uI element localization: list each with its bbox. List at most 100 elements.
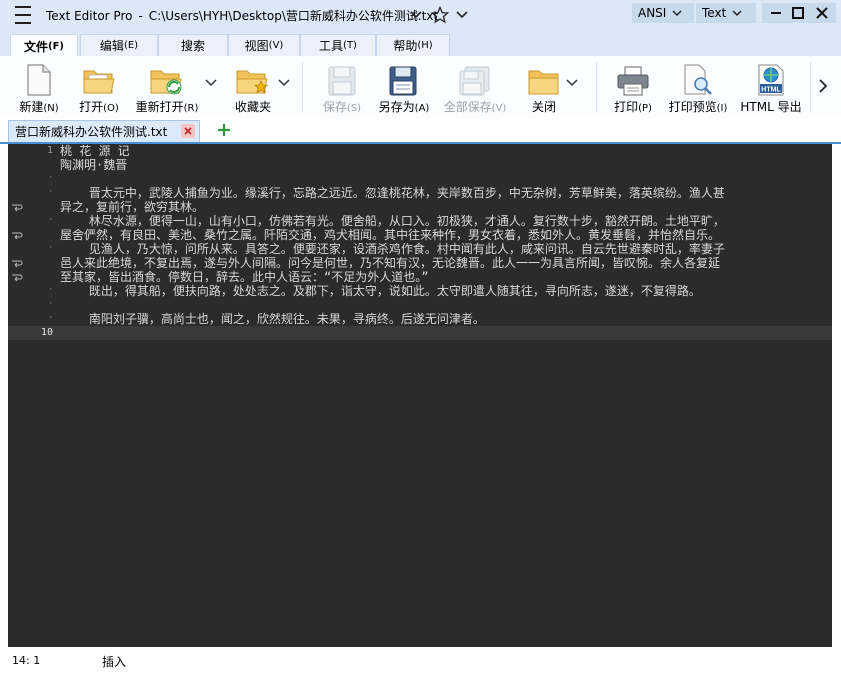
insert-mode[interactable]: 插入 — [102, 653, 126, 670]
close-dropdown-arrow-icon[interactable] — [566, 78, 578, 88]
ribbon-toolbar: 新建(N) 打开(O) 重新打开(R) 收藏夹 保存(S) 另存为(A) 全部保… — [0, 56, 841, 119]
line-number: 1 — [46, 145, 53, 156]
app-name: Text Editor Pro — [46, 9, 133, 23]
print-label: 打印 — [614, 100, 639, 114]
window-title: Text Editor Pro - C:\Users\HYH\Desktop\营口新… — [46, 7, 438, 24]
title-bar: Text Editor Pro - C:\Users\HYH\Desktop\营口新… — [0, 0, 841, 30]
line-text: 晋太元中，武陵人捕鱼为业。缘溪行，忘路之远近。忽逢桃花林，夹岸数百步，中无杂树，… — [60, 186, 725, 200]
new-button[interactable]: 新建(N) — [14, 56, 64, 118]
editor-line-current: 10 — [8, 326, 832, 340]
minimize-icon — [771, 12, 781, 14]
tab-search[interactable]: 搜索 — [158, 34, 228, 56]
line-text: 至其家，皆出酒食。停数日，辞去。此中人语云：“不足为外人道也。” — [60, 270, 429, 284]
print-preview-button[interactable]: 打印预览(I) — [664, 56, 732, 118]
add-tab-plus-icon[interactable] — [216, 122, 232, 138]
line-text: 南阳刘子骥，高尚士也，闻之，欣然规往。未果，寻病终。后遂无问津者。 — [60, 312, 485, 326]
close-file-button[interactable]: 关闭 — [522, 56, 566, 118]
document-tab-name: 营口新威科办公软件测试.txt — [15, 125, 168, 139]
tab-view-accel: (V) — [268, 40, 284, 51]
syntax-label: Text — [702, 6, 727, 20]
editor-line: · 晋太元中，武陵人捕鱼为业。缘溪行，忘路之远近。忽逢桃花林，夹岸数百步，中无杂… — [8, 186, 832, 200]
editor-line: 陶渊明·魏晋 — [8, 158, 832, 172]
close-tab-button[interactable] — [181, 124, 195, 138]
line-text: 桃 花 源 记 — [60, 144, 130, 158]
menu-tab-row: 文件 (F) 编辑 (E) 搜索 视图 (V) 工具 (T) 帮助 (H) — [0, 30, 841, 57]
print-accel: (P) — [638, 103, 652, 114]
save-as-label: 另存为 — [378, 100, 415, 114]
tab-help-label: 帮助 — [393, 39, 418, 53]
html-export-label: HTML 导出 — [740, 100, 802, 114]
chevron-down-icon[interactable] — [455, 7, 469, 21]
word-wrap-icon — [12, 232, 23, 240]
save-all-disk-icon — [459, 66, 490, 96]
chevron-down-icon — [672, 10, 682, 17]
tab-file-label: 文件 — [24, 39, 49, 54]
close-icon — [184, 127, 192, 135]
save-button[interactable]: 保存(S) — [318, 56, 366, 118]
tab-tools[interactable]: 工具 (T) — [300, 34, 376, 56]
star-icon[interactable] — [431, 6, 449, 24]
ribbon-separator — [596, 62, 597, 112]
file-path: C:\Users\HYH\Desktop\营口新威科办公软件测试.txt — [148, 9, 439, 23]
text-editor-area[interactable]: 1 桃 花 源 记 陶渊明·魏晋 · · 晋太元中，武陵人捕鱼为业。缘溪行，忘路之… — [8, 144, 832, 647]
favorites-label: 收藏夹 — [234, 100, 271, 114]
print-preview-accel: (I) — [716, 103, 728, 114]
html-export-button[interactable]: HTML HTML 导出 — [738, 56, 804, 118]
status-bar: 14: 1 插入 — [0, 647, 841, 679]
close-folder-icon — [528, 70, 559, 95]
print-preview-icon — [684, 64, 712, 95]
reopen-button[interactable]: 重新打开(R) — [132, 56, 202, 118]
save-all-button[interactable]: 全部保存(V) — [440, 56, 510, 118]
document-tab[interactable]: 营口新威科办公软件测试.txt — [8, 120, 200, 142]
favorites-dropdown-arrow-icon[interactable] — [278, 78, 290, 88]
tab-edit-accel: (E) — [123, 40, 139, 51]
reopen-accel: (R) — [183, 103, 199, 114]
editor-line: 1 桃 花 源 记 — [8, 144, 832, 158]
tab-edit[interactable]: 编辑 (E) — [80, 34, 158, 56]
editor-line: · — [8, 298, 832, 312]
save-label: 保存 — [322, 100, 347, 114]
reopen-label: 重新打开 — [135, 100, 184, 114]
editor-line: · 南阳刘子骥，高尚士也，闻之，欣然规往。未果，寻病终。后遂无问津者。 — [8, 312, 832, 326]
html-icon-text: HTML — [761, 87, 781, 94]
title-separator: - — [138, 9, 143, 23]
save-all-label: 全部保存 — [443, 100, 492, 114]
editor-line: 邑人来此绝境，不复出焉，遂与外人间隔。问今是何世，乃不知有汉，无论魏晋。此人一一… — [8, 256, 832, 270]
tab-view[interactable]: 视图 (V) — [228, 34, 300, 56]
tab-edit-label: 编辑 — [99, 39, 124, 53]
syntax-dropdown[interactable]: Text — [696, 3, 756, 23]
hamburger-menu-icon[interactable] — [12, 6, 34, 24]
line-text: 林尽水源，便得一山，山有小口，仿佛若有光。便舍船，从口入。初极狭，才通人。复行数… — [60, 214, 725, 228]
word-wrap-icon — [12, 274, 23, 282]
line-number: 10 — [40, 327, 53, 338]
open-button[interactable]: 打开(O) — [72, 56, 126, 118]
maximize-icon — [792, 7, 804, 19]
editor-line: · 林尽水源，便得一山，山有小口，仿佛若有光。便舍船，从口入。初极狭，才通人。复… — [8, 214, 832, 228]
gutter-dot: · — [48, 299, 54, 309]
chevron-down-icon[interactable] — [409, 7, 423, 21]
favorites-button[interactable]: 收藏夹 — [228, 56, 278, 118]
gutter-dot: · — [48, 215, 54, 225]
save-as-button[interactable]: 另存为(A) — [374, 56, 434, 118]
save-accel: (S) — [346, 103, 362, 114]
reopen-dropdown-arrow-icon[interactable] — [205, 78, 217, 88]
tab-tools-accel: (T) — [343, 40, 357, 51]
html-export-icon: HTML — [758, 64, 784, 96]
tab-help-accel: (H) — [417, 40, 433, 51]
line-text: 屋舍俨然，有良田、美池、桑竹之属。阡陌交通，鸡犬相闻。其中往来种作，男女衣着，悉… — [60, 228, 721, 242]
word-wrap-icon — [12, 204, 23, 212]
tab-file[interactable]: 文件 (F) — [10, 34, 78, 57]
line-text: 见渔人，乃大惊，问所从来。具答之。便要还家，设酒杀鸡作食。村中闻有此人，咸来问讯… — [60, 242, 725, 256]
save-all-accel: (V) — [491, 103, 507, 114]
line-text: 既出，得其船，便扶向路，处处志之。及郡下，诣太守，说如此。太守即遣人随其往，寻向… — [60, 284, 701, 298]
close-button[interactable] — [808, 3, 836, 23]
gutter-dot: · — [48, 187, 54, 197]
print-button[interactable]: 打印(P) — [608, 56, 658, 118]
editor-line: 至其家，皆出酒食。停数日，辞去。此中人语云：“不足为外人道也。” — [8, 270, 832, 284]
chevron-right-icon[interactable] — [815, 76, 831, 96]
tab-help[interactable]: 帮助 (H) — [376, 34, 450, 56]
save-as-accel: (A) — [414, 103, 430, 114]
line-text: 异之，复前行，欲穷其林。 — [60, 200, 205, 214]
encoding-dropdown[interactable]: ANSI — [632, 3, 694, 23]
gutter-dot: · — [48, 243, 54, 253]
